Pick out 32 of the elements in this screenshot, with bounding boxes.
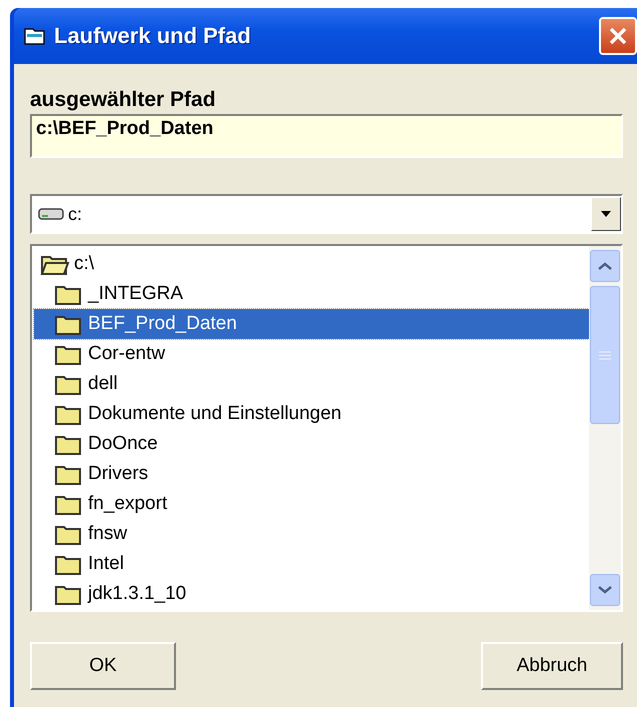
window-title: Laufwerk und Pfad bbox=[54, 23, 252, 49]
window-icon bbox=[24, 27, 46, 45]
drive-dropdown[interactable]: c: bbox=[30, 194, 623, 234]
caret-icon bbox=[601, 211, 611, 217]
scrollbar[interactable] bbox=[589, 246, 621, 610]
folder-item[interactable]: BEF_Prod_Daten bbox=[34, 309, 589, 339]
folder-item[interactable]: dell bbox=[34, 369, 589, 399]
folder-item[interactable]: DoOnce bbox=[34, 429, 589, 459]
path-field[interactable]: c:\BEF_Prod_Daten bbox=[30, 114, 623, 158]
chevron-up-icon bbox=[598, 262, 612, 270]
scroll-thumb[interactable] bbox=[590, 286, 620, 424]
scroll-down-button[interactable] bbox=[590, 574, 620, 606]
folder-item[interactable]: fn_export bbox=[34, 489, 589, 519]
folder-item[interactable]: Drivers bbox=[34, 459, 589, 489]
folder-item[interactable]: c:\ bbox=[34, 249, 589, 279]
drive-icon bbox=[38, 206, 64, 222]
field-label: ausgewählter Pfad bbox=[30, 88, 217, 112]
chevron-down-icon bbox=[598, 586, 612, 594]
dropdown-button[interactable] bbox=[591, 197, 621, 231]
folder-item[interactable]: _INTEGRA bbox=[34, 279, 589, 309]
folder-item[interactable]: Dokumente und Einstellungen bbox=[34, 399, 589, 429]
folder-item[interactable]: jdk1.3.1_10 bbox=[34, 579, 589, 609]
grip-icon bbox=[599, 350, 611, 360]
folder-item[interactable]: Intel bbox=[34, 549, 589, 579]
folder-item[interactable]: Cor-entw bbox=[34, 339, 589, 369]
close-icon bbox=[608, 26, 628, 46]
folder-item[interactable]: fnsw bbox=[34, 519, 589, 549]
close-button[interactable] bbox=[599, 17, 637, 55]
ok-button[interactable]: OK bbox=[30, 642, 176, 690]
drive-value: c: bbox=[68, 204, 84, 224]
scroll-up-button[interactable] bbox=[590, 250, 620, 282]
cancel-button[interactable]: Abbruch bbox=[481, 642, 623, 690]
